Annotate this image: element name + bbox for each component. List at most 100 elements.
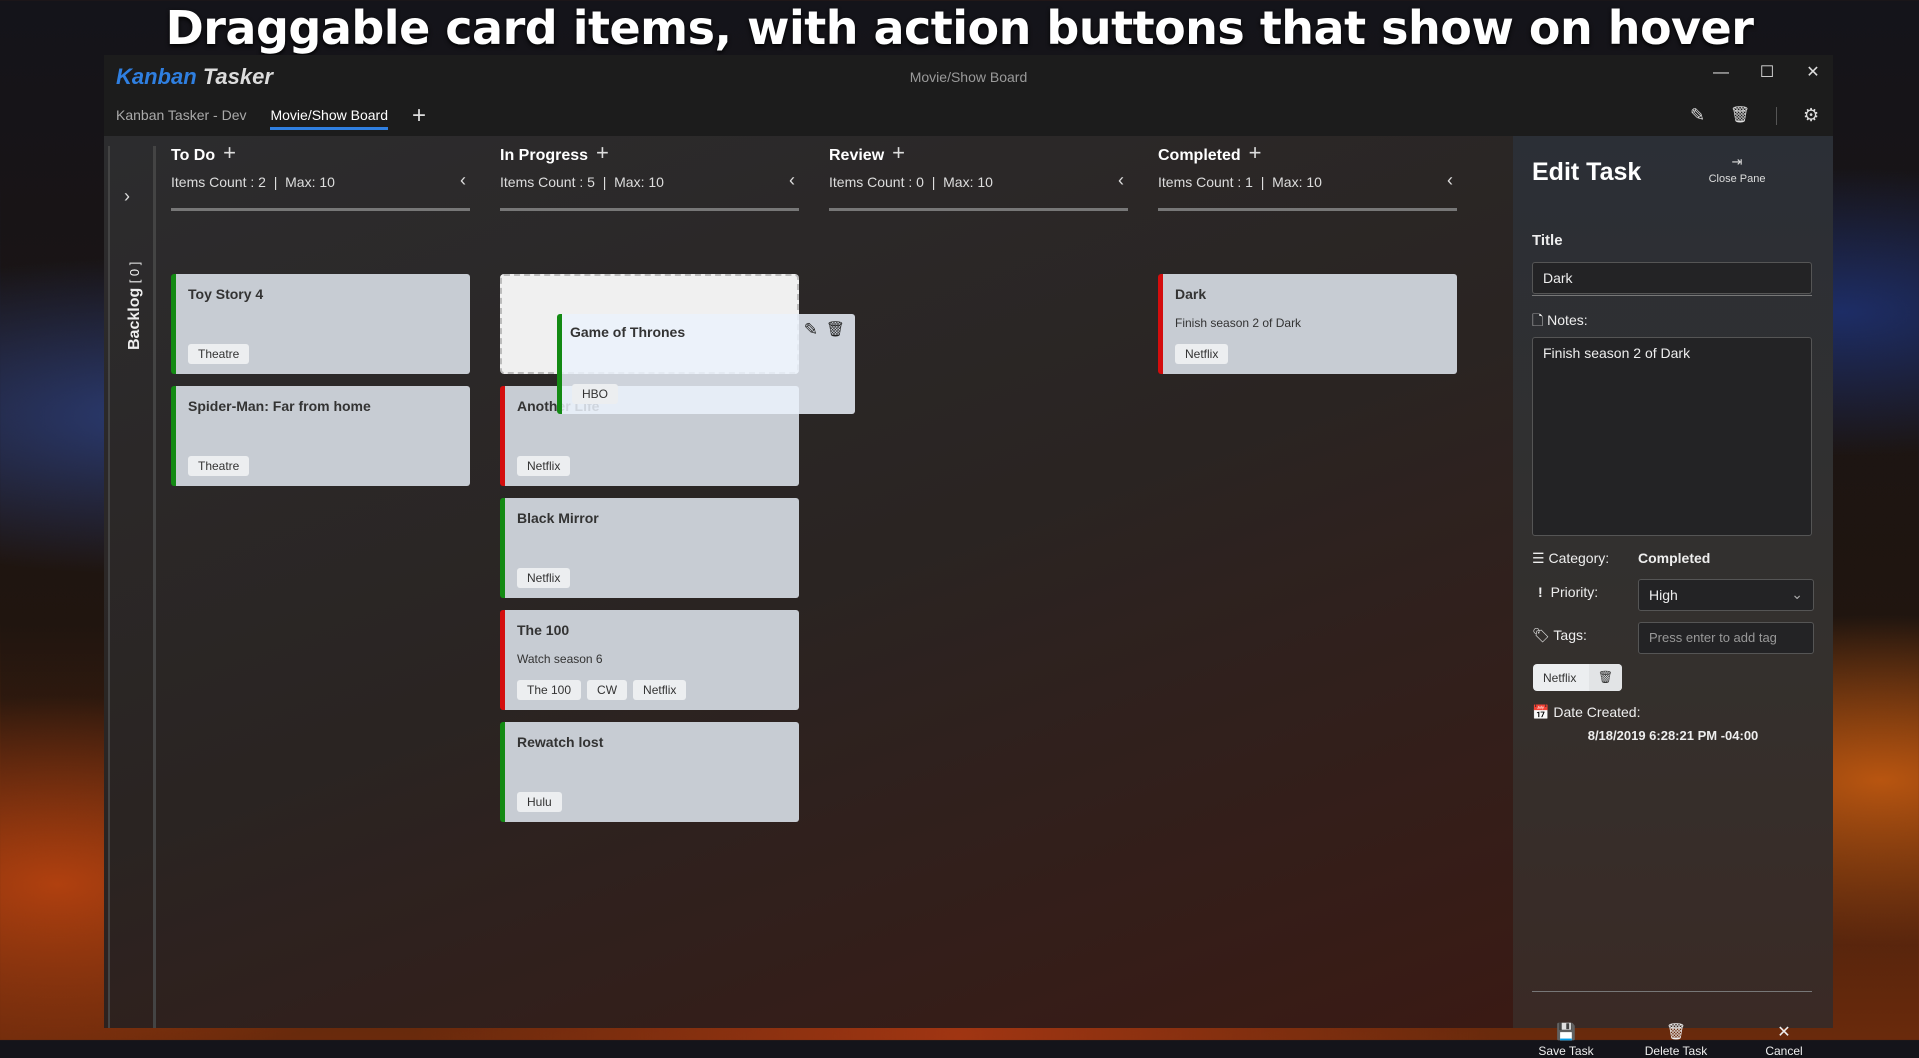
close-icon: ✕	[1777, 1024, 1791, 1041]
card-title: Dark	[1175, 286, 1207, 302]
edit-board-icon[interactable]: ✎	[1690, 105, 1705, 126]
column-count: Items Count : 1 | Max: 10	[1158, 174, 1322, 190]
notes-textarea[interactable]: Finish season 2 of Dark	[1532, 337, 1812, 536]
close-pane-button[interactable]: ⇥ Close Pane	[1687, 154, 1787, 185]
backlog-divider	[154, 146, 156, 1028]
task-card[interactable]: Black Mirror Netflix	[500, 498, 799, 598]
add-board-button[interactable]: +	[412, 104, 426, 130]
board-area: › Backlog [ 0 ]	[104, 136, 1513, 1028]
banner-caption: Draggable card items, with action button…	[165, 1, 1754, 55]
column-header: To Do +	[171, 142, 236, 165]
edit-card-icon[interactable]: ✎	[804, 320, 818, 340]
category-row: ☰ Category:	[1532, 550, 1609, 567]
card-tag: The 100	[517, 680, 582, 700]
card-tags: Netflix	[517, 456, 571, 476]
task-card[interactable]: Rewatch lost Hulu	[500, 722, 799, 822]
collapse-column-icon[interactable]: ‹	[1118, 170, 1124, 191]
settings-icon[interactable]: ⚙	[1803, 105, 1819, 126]
trash-icon: 🗑	[1665, 1024, 1687, 1041]
save-icon: 💾	[1556, 1024, 1576, 1041]
column-title: Completed	[1158, 147, 1241, 164]
collapse-column-icon[interactable]: ‹	[1447, 170, 1453, 191]
pane-heading: Edit Task	[1532, 158, 1642, 186]
notes-label-text: Notes:	[1547, 312, 1588, 328]
pane-footer-divider	[1532, 991, 1812, 992]
pane-tag-label: Netflix	[1543, 671, 1577, 685]
card-tag: Theatre	[188, 344, 250, 364]
column-count: Items Count : 2 | Max: 10	[171, 174, 335, 190]
priority-value: High	[1649, 587, 1678, 603]
card-tags: Netflix	[517, 568, 571, 588]
card-tag: Netflix	[1175, 344, 1229, 364]
column-divider	[171, 208, 470, 211]
add-card-button[interactable]: +	[892, 140, 905, 165]
column-title: To Do	[171, 147, 216, 164]
save-task-label: Save Task	[1538, 1044, 1594, 1058]
backlog-count: [ 0 ]	[127, 261, 142, 284]
delete-task-label: Delete Task	[1644, 1044, 1708, 1058]
expand-backlog-icon[interactable]: ›	[124, 186, 130, 207]
add-card-button[interactable]: +	[223, 140, 236, 165]
pane-divider	[1532, 295, 1812, 296]
card-tags: The 100 CW Netflix	[517, 680, 687, 700]
column-divider	[1158, 208, 1457, 211]
task-card[interactable]: The 100 Watch season 6 The 100 CW Netflix	[500, 610, 799, 710]
tag-input[interactable]: Press enter to add tag	[1638, 622, 1814, 654]
cancel-button[interactable]: ✕ Cancel	[1744, 1022, 1824, 1058]
app-window: Kanban Tasker Movie/Show Board — ☐ ✕ Kan…	[104, 55, 1833, 1058]
add-card-button[interactable]: +	[596, 140, 609, 165]
dragging-card[interactable]: Game of Thrones ✎ 🗑 HBO	[557, 314, 855, 414]
backlog-title: Backlog	[126, 287, 143, 350]
add-card-button[interactable]: +	[1249, 140, 1262, 165]
card-title: Game of Thrones	[570, 324, 686, 340]
remove-tag-icon[interactable]: 🗑	[1589, 664, 1622, 691]
column-divider	[829, 208, 1128, 211]
window-title: Movie/Show Board	[909, 69, 1028, 85]
maximize-button[interactable]: ☐	[1747, 61, 1787, 85]
notes-label: 🗋 Notes:	[1532, 310, 1588, 334]
card-tag: CW	[587, 680, 628, 700]
column-header: Completed +	[1158, 142, 1262, 165]
date-row: 📅 Date Created:	[1532, 704, 1641, 721]
close-window-button[interactable]: ✕	[1793, 61, 1833, 85]
tab-kanban-tasker-dev[interactable]: Kanban Tasker - Dev	[116, 107, 246, 130]
title-input[interactable]: Dark	[1532, 262, 1812, 294]
delete-board-icon[interactable]: 🗑	[1730, 105, 1750, 125]
backlog-panel[interactable]: › Backlog [ 0 ]	[108, 146, 155, 1028]
minimize-button[interactable]: —	[1701, 61, 1741, 85]
pane-tag-chip: Netflix 🗑	[1533, 664, 1622, 691]
priority-select[interactable]: High ⌄	[1638, 579, 1814, 611]
document-icon: 🗋	[1532, 312, 1544, 328]
close-pane-label: Close Pane	[1708, 173, 1766, 185]
category-value: Completed	[1638, 550, 1711, 566]
task-card[interactable]: Toy Story 4 Theatre	[171, 274, 470, 374]
task-card[interactable]: Spider-Man: Far from home Theatre	[171, 386, 470, 486]
save-task-button[interactable]: 💾 Save Task	[1526, 1022, 1606, 1058]
list-icon: ☰	[1532, 550, 1545, 566]
card-title: Toy Story 4	[188, 286, 264, 302]
card-tags: Hulu	[517, 792, 562, 812]
card-tag: Netflix	[517, 568, 571, 588]
edit-task-pane: Edit Task ⇥ Close Pane Title Dark 🗋 Notes…	[1513, 136, 1833, 1058]
toolbar-divider	[1776, 107, 1777, 125]
chevron-down-icon: ⌄	[1791, 586, 1803, 602]
priority-label: Priority:	[1550, 584, 1599, 600]
board-tabs: Kanban Tasker - Dev Movie/Show Board +	[116, 104, 426, 130]
card-tag: HBO	[572, 384, 619, 404]
delete-card-icon[interactable]: 🗑	[826, 320, 845, 340]
card-notes: Watch season 6	[517, 652, 603, 666]
title-label: Title	[1532, 232, 1563, 249]
tags-row: 🏷 Tags:	[1532, 627, 1587, 644]
collapse-column-icon[interactable]: ‹	[789, 170, 795, 191]
task-card[interactable]: Dark Finish season 2 of Dark Netflix	[1158, 274, 1457, 374]
card-tags: Netflix	[1175, 344, 1229, 364]
cancel-label: Cancel	[1765, 1044, 1803, 1058]
card-tag: Hulu	[517, 792, 562, 812]
column-divider	[500, 208, 799, 211]
tab-movie-show-board[interactable]: Movie/Show Board	[270, 107, 388, 130]
column-count: Items Count : 5 | Max: 10	[500, 174, 664, 190]
collapse-column-icon[interactable]: ‹	[460, 170, 466, 191]
exclamation-icon: !	[1538, 584, 1543, 600]
delete-task-button[interactable]: 🗑 Delete Task	[1636, 1022, 1716, 1058]
column-header: Review +	[829, 142, 905, 165]
